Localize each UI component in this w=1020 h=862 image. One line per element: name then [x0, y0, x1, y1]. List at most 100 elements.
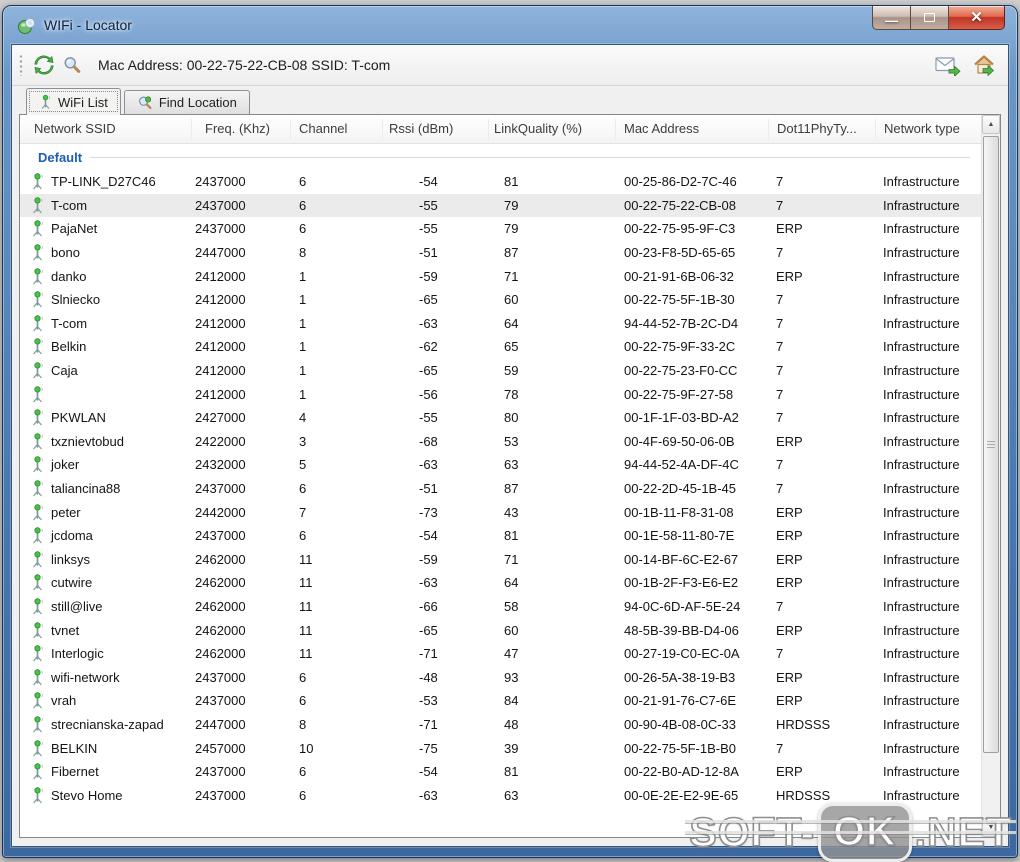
table-row[interactable]: taliancina88 2437000 6 -51 87 00-22-2D-45-1B-…: [20, 477, 982, 501]
ssid-cell: T-com: [20, 194, 192, 218]
table-row[interactable]: peter 2442000 7 -73 43 00-1B-11-F8-31-08 ERP In…: [20, 500, 982, 524]
table-row[interactable]: Interlogic 2462000 11 -71 47 00-27-19-C0-EC-0…: [20, 642, 982, 666]
column-header[interactable]: Freq. (Khz): [192, 119, 291, 139]
ssid-label: Fibernet: [51, 764, 99, 780]
column-header[interactable]: Dot11PhyTy...: [769, 119, 876, 139]
table-row[interactable]: T-com 2437000 6 -55 79 00-22-75-22-CB-08 7 Infr…: [20, 193, 982, 218]
table-row[interactable]: 2412000 1 -56 78 00-22-75-9F-27-58 7 Infrastru…: [20, 382, 982, 406]
scroll-up-button[interactable]: ▲: [982, 115, 1000, 134]
tab-wifi-list[interactable]: WiFi List: [26, 88, 121, 115]
close-button[interactable]: ✕: [949, 6, 1005, 30]
group-row-default[interactable]: Default: [20, 144, 982, 170]
table-row[interactable]: danko 2412000 1 -59 71 00-21-91-6B-06-32 ERP In…: [20, 264, 982, 288]
cell: 11: [299, 622, 313, 638]
scrollbar-thumb[interactable]: [983, 136, 999, 753]
cell: 1: [299, 268, 307, 284]
ssid-label: bono: [51, 245, 80, 261]
minimize-button[interactable]: —: [872, 6, 910, 30]
antenna-icon: [30, 527, 45, 544]
cell: 2437000: [195, 669, 246, 685]
table-row[interactable]: txznievtobud 2422000 3 -68 53 00-4F-69-50-06-…: [20, 430, 982, 454]
antenna-icon: [30, 692, 45, 709]
cell: 48-5B-39-BB-D4-06: [624, 622, 739, 638]
cell: 7: [776, 646, 784, 662]
cell: ERP: [776, 433, 803, 449]
title-bar[interactable]: WIFi - Locator — ✕: [3, 6, 1017, 44]
cell: 6: [299, 764, 307, 780]
cell: -59: [419, 268, 438, 284]
cell: 2437000: [195, 481, 246, 497]
cell: ERP: [776, 528, 803, 544]
antenna-icon: [30, 503, 45, 521]
cell: Infrastructure: [883, 669, 960, 685]
cell: 71: [504, 551, 519, 567]
table-row[interactable]: BELKIN 2457000 10 -75 39 00-22-75-5F-1B-B0 7 In…: [20, 736, 982, 760]
ssid-cell: PKWLAN: [20, 406, 192, 430]
home-button[interactable]: [970, 51, 998, 79]
cell: 3: [299, 433, 307, 449]
table-row[interactable]: joker 2432000 5 -63 63 94-44-52-4A-DF-4C 7 Infr…: [20, 453, 982, 477]
tab-find-location[interactable]: Find Location: [123, 90, 250, 114]
cell: 7: [776, 457, 784, 473]
cell: Infrastructure: [883, 457, 960, 473]
column-header[interactable]: Mac Address: [616, 119, 769, 139]
refresh-button[interactable]: [30, 51, 58, 79]
cell: -63: [419, 315, 438, 331]
cell: ERP: [776, 504, 803, 520]
cell: 48: [504, 716, 519, 732]
column-header[interactable]: Network SSID: [20, 119, 192, 139]
antenna-icon: [30, 669, 45, 686]
table-row[interactable]: tvnet 2462000 11 -65 60 48-5B-39-BB-D4-06 ERP I…: [20, 618, 982, 642]
cell: 1: [299, 363, 307, 379]
table-row[interactable]: cutwire 2462000 11 -63 64 00-1B-2F-F3-E6-E2 ER…: [20, 571, 982, 595]
cell: -54: [419, 174, 438, 190]
cell: ERP: [776, 764, 803, 780]
cell: 00-26-5A-38-19-B3: [624, 669, 736, 685]
cell: ERP: [776, 551, 803, 567]
cell: 1: [299, 292, 307, 308]
table-row[interactable]: PajaNet 2437000 6 -55 79 00-22-75-95-9F-C3 ERP…: [20, 217, 982, 241]
cell: 11: [299, 575, 313, 591]
column-header[interactable]: Channel: [291, 119, 383, 139]
table-row[interactable]: linksys 2462000 11 -59 71 00-14-BF-6C-E2-67 ER…: [20, 548, 982, 572]
cell: 2412000: [195, 268, 246, 284]
column-header[interactable]: Rssi (dBm): [383, 119, 489, 139]
table-row[interactable]: PKWLAN 2427000 4 -55 80 00-1F-1F-03-BD-A2 7 Inf…: [20, 406, 982, 430]
cell: 2437000: [195, 174, 246, 190]
ssid-label: still@live: [51, 598, 103, 614]
search-button[interactable]: [58, 51, 86, 79]
cell: 00-1F-1F-03-BD-A2: [624, 410, 739, 426]
table-row[interactable]: jcdoma 2437000 6 -54 81 00-1E-58-11-80-7E ERP I…: [20, 524, 982, 548]
toolbar: Mac Address: 00-22-75-22-CB-08 SSID: T-c…: [12, 45, 1008, 86]
cell: 00-1E-58-11-80-7E: [624, 528, 735, 544]
refresh-icon: [34, 55, 54, 75]
cell: ERP: [776, 622, 803, 638]
table-row[interactable]: bono 2447000 8 -51 87 00-23-F8-5D-65-65 7 Infra…: [20, 241, 982, 265]
home-icon: [973, 55, 994, 76]
maximize-button[interactable]: [910, 6, 949, 30]
vertical-scrollbar[interactable]: ▲ ▼: [981, 115, 1000, 837]
cell: 1: [299, 386, 307, 402]
send-report-button[interactable]: [934, 51, 962, 79]
table-row[interactable]: T-com 2412000 1 -63 64 94-44-52-7B-2C-D4 7 Infr…: [20, 312, 982, 336]
cell: 2437000: [195, 528, 246, 544]
toolbar-grip[interactable]: [18, 54, 23, 76]
cell: -73: [419, 504, 438, 520]
cell: Infrastructure: [883, 716, 960, 732]
ssid-label: strecnianska-zapad: [51, 716, 164, 732]
table-row[interactable]: strecnianska-zapad 2447000 8 -71 48 00-90-4B-…: [20, 713, 982, 737]
arrow-up-icon: ▲: [987, 121, 995, 128]
table-row[interactable]: wifi-network 2437000 6 -48 93 00-26-5A-38-19-…: [20, 665, 982, 689]
column-header[interactable]: Network type: [876, 119, 982, 139]
table-row[interactable]: vrah 2437000 6 -53 84 00-21-91-76-C7-6E ERP Inf…: [20, 689, 982, 713]
ssid-label: Belkin: [51, 339, 87, 355]
cell: Infrastructure: [883, 575, 960, 591]
table-row[interactable]: TP-LINK_D27C46 2437000 6 -54 81 00-25-86-D2-7…: [20, 170, 982, 194]
table-row[interactable]: Belkin 2412000 1 -62 65 00-22-75-9F-33-2C 7 Inf…: [20, 335, 982, 359]
table-row[interactable]: Caja 2412000 1 -65 59 00-22-75-23-F0-CC 7 Infra…: [20, 359, 982, 383]
table-row[interactable]: Fibernet 2437000 6 -54 81 00-22-B0-AD-12-8A ER…: [20, 760, 982, 784]
table-row[interactable]: Slniecko 2412000 1 -65 60 00-22-75-5F-1B-30 7 I…: [20, 288, 982, 312]
column-header[interactable]: LinkQuality (%): [489, 119, 616, 139]
cell: Infrastructure: [883, 433, 960, 449]
table-row[interactable]: still@live 2462000 11 -66 58 94-0C-6D-AF-5E-2…: [20, 595, 982, 619]
